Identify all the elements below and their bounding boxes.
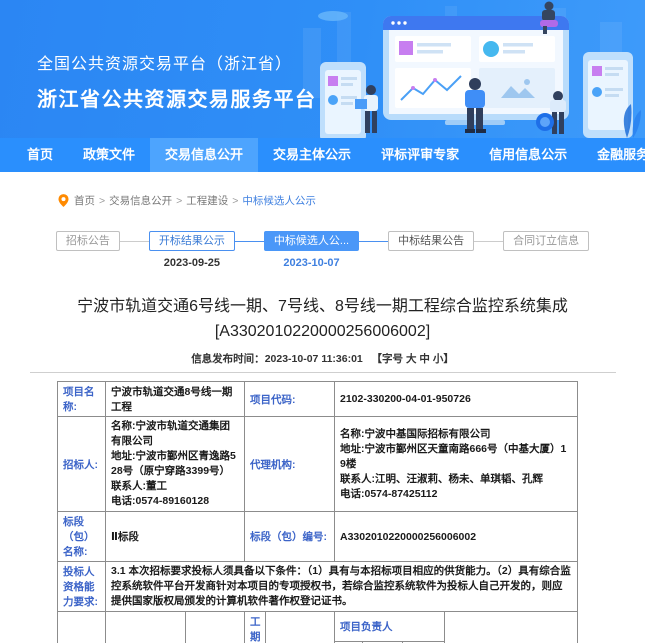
qualification-requirements-value: 3.1 本次招标要求投标人须具备以下条件：（1）具有与本招标项目相应的供货能力。…: [106, 562, 578, 612]
site-banner: 全国公共资源交易平台（浙江省） 浙江省公共资源交易服务平台: [0, 0, 645, 138]
publish-time-label: 信息发布时间：: [191, 353, 265, 365]
step-contract-wrap: 合同订立信息: [503, 231, 589, 251]
section-code-value: A3302010220000256006002: [335, 512, 578, 562]
tenderer-label: 招标人:: [58, 417, 106, 512]
fontsize-label: 【字号: [372, 353, 404, 365]
table-row: 投标人资格能力要求: 3.1 本次招标要求投标人须具备以下条件：（1）具有与本招…: [58, 562, 578, 612]
agency-label: 代理机构:: [245, 417, 335, 512]
project-code-value: 2102-330200-04-01-950726: [335, 382, 578, 417]
agency-value: 名称:宁波中基国际招标有限公司 地址:宁波市鄞州区天童南路666号（中基大厦）1…: [335, 417, 578, 512]
table-row: 项目名称: 宁波市轨道交通8号线一期工程 项目代码: 2102-330200-0…: [58, 382, 578, 417]
breadcrumb-engineering[interactable]: 工程建设: [186, 193, 228, 208]
breadcrumb: 首页 > 交易信息公开 > 工程建设 > 中标候选人公示: [58, 193, 645, 208]
article-title: 宁波市轨道交通6号线一期、7号线、8号线一期工程综合监控系统集成 [A33020…: [0, 292, 645, 341]
table-row: 招标人: 名称:宁波市轨道交通集团有限公司 地址:宁波市鄞州区青逸路528号（原…: [58, 417, 578, 512]
candidates-header-row: 中标候选人排序 投标人 投标报价 工期（或服务期、交货期） 质量承诺 项目负责人…: [58, 612, 578, 642]
banner-illustration: [295, 0, 645, 138]
agency-name: 名称:宁波中基国际招标有限公司: [340, 427, 572, 442]
step-contract-info[interactable]: 合同订立信息: [503, 231, 589, 251]
step-tender-announcement-wrap: 招标公告: [56, 231, 120, 251]
step-winning-result[interactable]: 中标结果公告: [388, 231, 474, 251]
header-bidder: 投标人: [106, 612, 186, 643]
provincial-platform-title: 浙江省公共资源交易服务平台: [37, 83, 317, 112]
step-connector: [235, 241, 264, 242]
qualification-requirements-label: 投标人资格能力要求:: [58, 562, 106, 612]
main-nav: 首页 政策文件 交易信息公开 交易主体公示 评标评审专家 信用信息公示 金融服务…: [0, 138, 645, 172]
section-code-label: 标段（包）编号:: [245, 512, 335, 562]
publish-info: 信息发布时间：2023-10-07 11:36:01 【字号 大 中 小】: [0, 351, 645, 366]
tenderer-address: 地址:宁波市鄞州区青逸路528号（原宁穿路3399号）: [111, 449, 239, 479]
project-name-value: 宁波市轨道交通8号线一期工程: [106, 382, 245, 417]
header-rank: 中标候选人排序: [58, 612, 106, 643]
step-candidates-wrap: 中标候选人公... 2023-10-07: [264, 231, 359, 251]
header-price: 投标报价: [186, 612, 245, 643]
nav-home[interactable]: 首页: [12, 138, 68, 172]
fontsize-medium-button[interactable]: 中: [419, 353, 430, 365]
header-duration: 工期（或服务期、交货期）: [245, 612, 266, 643]
nav-evaluation-experts[interactable]: 评标评审专家: [366, 138, 474, 172]
fontsize-small-button[interactable]: 小: [433, 353, 444, 365]
tenderer-phone: 电话:0574-89160128: [111, 494, 239, 509]
step-candidates-date: 2023-10-07: [283, 257, 339, 269]
header-quality: 质量承诺: [266, 612, 335, 643]
nav-policy-documents[interactable]: 政策文件: [68, 138, 150, 172]
site-title-block: 全国公共资源交易平台（浙江省） 浙江省公共资源交易服务平台: [37, 50, 317, 112]
table-row: 标段（包）名称: Ⅱ标段 标段（包）编号: A33020102200002560…: [58, 512, 578, 562]
national-platform-title: 全国公共资源交易平台（浙江省）: [37, 50, 317, 74]
title-divider: [30, 372, 616, 373]
breadcrumb-home[interactable]: 首页: [74, 193, 95, 208]
header-qualification: 中标候选人响应招标文件的资格能力条件: [445, 612, 578, 643]
step-bid-opening-result[interactable]: 开标结果公示: [149, 231, 235, 251]
step-winning-result-wrap: 中标结果公告: [388, 231, 474, 251]
nav-financial-services[interactable]: 金融服务: [582, 138, 645, 172]
step-connector: [120, 241, 149, 242]
section-name-value: Ⅱ标段: [106, 512, 245, 562]
fontsize-large-button[interactable]: 大: [406, 353, 417, 365]
tenderer-name: 名称:宁波市轨道交通集团有限公司: [111, 419, 239, 449]
step-bid-opening-date: 2023-09-25: [164, 257, 220, 269]
agency-address: 地址:宁波市鄞州区天童南路666号（中基大厦）19楼: [340, 442, 572, 472]
agency-contact: 联系人:江明、汪淑莉、杨未、单琪韬、孔辉: [340, 472, 572, 487]
breadcrumb-current-candidates[interactable]: 中标候选人公示: [242, 193, 316, 208]
tenderer-contact: 联系人:董工: [111, 479, 239, 494]
article-title-line2: [A3302010220000256006002]: [0, 323, 645, 341]
step-bid-opening-wrap: 开标结果公示 2023-09-25: [149, 231, 235, 251]
nav-trade-subject-publicity[interactable]: 交易主体公示: [258, 138, 366, 172]
process-steps: 招标公告 开标结果公示 2023-09-25 中标候选人公... 2023-10…: [0, 230, 645, 252]
step-connector: [359, 241, 388, 242]
section-name-label: 标段（包）名称:: [58, 512, 106, 562]
breadcrumb-separator: >: [232, 195, 238, 207]
article-title-line1: 宁波市轨道交通6号线一期、7号线、8号线一期工程综合监控系统集成: [0, 292, 645, 316]
project-name-label: 项目名称:: [58, 382, 106, 417]
breadcrumb-trade-info[interactable]: 交易信息公开: [109, 193, 172, 208]
breadcrumb-separator: >: [99, 195, 105, 207]
publish-time-value: 2023-10-07 11:36:01: [265, 353, 363, 365]
location-pin-icon: [58, 194, 69, 207]
step-connector: [474, 241, 503, 242]
nav-trade-info-disclosure[interactable]: 交易信息公开: [150, 138, 258, 172]
announcement-table-wrap: 项目名称: 宁波市轨道交通8号线一期工程 项目代码: 2102-330200-0…: [57, 381, 577, 643]
agency-phone: 电话:0574-87425112: [340, 487, 572, 502]
header-project-manager: 项目负责人: [335, 612, 445, 642]
breadcrumb-separator: >: [176, 195, 182, 207]
fontsize-label-close: 】: [443, 353, 454, 365]
tenderer-value: 名称:宁波市轨道交通集团有限公司 地址:宁波市鄞州区青逸路528号（原宁穿路33…: [106, 417, 245, 512]
project-code-label: 项目代码:: [245, 382, 335, 417]
nav-credit-info[interactable]: 信用信息公示: [474, 138, 582, 172]
announcement-table: 项目名称: 宁波市轨道交通8号线一期工程 项目代码: 2102-330200-0…: [57, 381, 578, 643]
step-winning-candidates[interactable]: 中标候选人公...: [264, 231, 359, 251]
step-tender-announcement[interactable]: 招标公告: [56, 231, 120, 251]
